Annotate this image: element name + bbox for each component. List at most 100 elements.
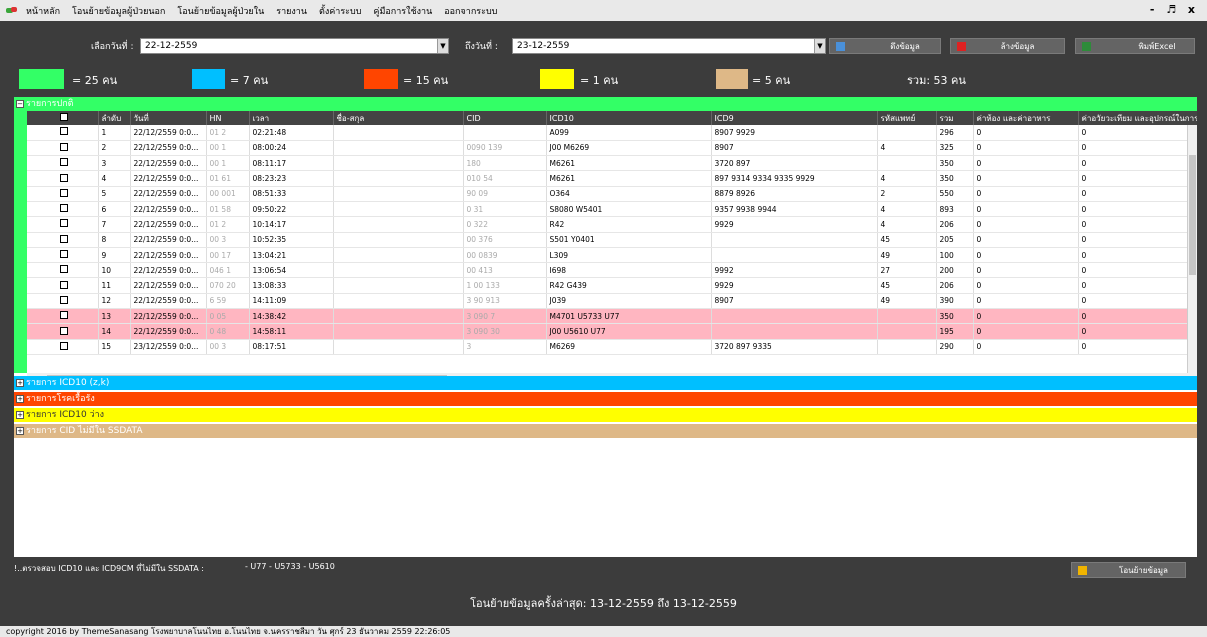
row-select-cell[interactable] [27,293,99,310]
row-icd9: 9992 [711,262,878,279]
row-room: 0 [973,308,1079,325]
group-icd10zk-label: รายการ ICD10 (z,k) [26,378,110,388]
row-select-cell[interactable] [27,308,99,325]
row-date: 22/12/2559 0:0... [130,262,207,279]
row-select-cell[interactable] [27,186,99,202]
row-checkbox[interactable] [59,326,68,335]
collapse-icon[interactable]: − [16,100,24,108]
col-header-hn[interactable]: HN [206,111,250,125]
expand-icon[interactable]: + [16,411,24,419]
table-row[interactable]: 13 22/12/2559 0:0... 0 05 14:38:42 3 090 7 M4… [27,308,1197,325]
last-transfer-info: โอนย้ายข้อมูลครั้งล่าสุด: 13-12-2559 ถึง… [470,597,737,610]
row-select-cell[interactable] [27,216,99,233]
col-header-doctor[interactable]: รหัสแพทย์ [877,111,937,125]
chevron-down-icon[interactable]: ▼ [437,39,448,53]
row-checkbox[interactable] [59,188,68,197]
row-checkbox[interactable] [59,295,68,304]
row-select-cell[interactable] [27,277,99,294]
row-total: 290 [936,339,974,355]
row-select-cell[interactable] [27,125,99,141]
menu-opd-transfer[interactable]: โอนย้ายข้อมูลผู้ป่วยนอก [66,4,171,18]
row-select-cell[interactable] [27,323,99,340]
row-name [333,339,464,355]
row-checkbox[interactable] [59,311,68,320]
menu-logout[interactable]: ออกจากระบบ [438,4,503,18]
to-date-select[interactable]: 23-12-2559 ▼ [512,38,826,54]
window-controls[interactable]: - ♬ x [1150,3,1199,16]
menu-report[interactable]: รายงาน [270,4,313,18]
group-chronic-header[interactable]: + รายการโรคเรื้อรัง [14,392,1197,406]
row-checkbox[interactable] [59,142,68,151]
col-header-room[interactable]: ค่าห้อง และค่าอาหาร [973,111,1079,125]
transfer-button[interactable]: โอนย้ายข้อมูล [1071,562,1186,578]
expand-icon[interactable]: + [16,379,24,387]
table-row[interactable]: 4 22/12/2559 0:0... 01 61 08:23:23 010 54 M62… [27,170,1197,187]
col-header-cid[interactable]: CID [463,111,547,125]
row-select-cell[interactable] [27,247,99,264]
menu-ipd-transfer[interactable]: โอนย้ายข้อมูลผู้ป่วยใน [171,4,270,18]
menu-home[interactable]: หน้าหลัก [20,4,66,18]
row-checkbox[interactable] [59,158,68,167]
row-icd10: R42 G439 [546,277,712,294]
table-row[interactable]: 9 22/12/2559 0:0... 00 17 13:04:21 00 0839 L3… [27,247,1197,264]
fetch-data-button[interactable]: ดึงข้อมูล [829,38,941,54]
row-checkbox[interactable] [59,234,68,243]
row-hn: 01 58 [206,201,250,218]
col-header-device[interactable]: ค่าอวัยวะเทียม และอุปกรณ์ในการบำบัด [1078,111,1197,125]
group-cid-missing-header[interactable]: + รายการ CID ไม่มีใน SSDATA [14,424,1197,438]
group-icd10zk-header[interactable]: + รายการ ICD10 (z,k) [14,376,1197,390]
row-checkbox[interactable] [59,219,68,228]
col-header-time[interactable]: เวลา [249,111,334,125]
col-header-no[interactable]: ลำดับ [98,111,131,125]
table-row[interactable]: 8 22/12/2559 0:0... 00 3 10:52:35 00 376 S501… [27,232,1197,248]
row-checkbox[interactable] [59,250,68,259]
row-select-cell[interactable] [27,262,99,279]
row-checkbox[interactable] [59,204,68,213]
checkbox-icon[interactable] [59,113,68,121]
group-icd10-empty-header[interactable]: + รายการ ICD10 ว่าง [14,408,1197,422]
expand-icon[interactable]: + [16,395,24,403]
row-checkbox[interactable] [59,127,68,136]
table-row[interactable]: 11 22/12/2559 0:0... 070 20 13:08:33 1 00 13… [27,277,1197,294]
table-row[interactable]: 7 22/12/2559 0:0... 01 2 10:14:17 0 322 R42 99… [27,216,1197,233]
table-row[interactable]: 12 22/12/2559 0:0... 6 59 14:11:09 3 90 913 J… [27,293,1197,310]
database-icon [836,42,845,51]
col-header-total[interactable]: รวม [936,111,974,125]
row-checkbox[interactable] [59,280,68,289]
expand-icon[interactable]: + [16,427,24,435]
row-date: 22/12/2559 0:0... [130,308,207,325]
table-row[interactable]: 6 22/12/2559 0:0... 01 58 09:50:22 0 31 S8080… [27,201,1197,218]
col-header-icd9[interactable]: ICD9 [711,111,878,125]
row-checkbox[interactable] [59,173,68,182]
chevron-down-icon[interactable]: ▼ [814,39,825,53]
group-normal-header[interactable]: − รายการปกติ [14,97,1197,111]
table-row[interactable]: 15 23/12/2559 0:0... 00 3 08:17:51 3 M6269 372… [27,339,1197,355]
menu-manual[interactable]: คู่มือการใช้งาน [367,4,438,18]
table-row[interactable]: 3 22/12/2559 0:0... 00 1 08:11:17 180 M6261 37… [27,155,1197,172]
row-select-cell[interactable] [27,170,99,187]
table-row[interactable]: 10 22/12/2559 0:0... 046 1 13:06:54 00 413 I6… [27,262,1197,279]
row-total: 350 [936,170,974,187]
col-select-all[interactable] [27,111,99,125]
row-device: 0 [1078,247,1197,264]
col-header-icd10[interactable]: ICD10 [546,111,712,125]
row-select-cell[interactable] [27,155,99,172]
vertical-scrollbar[interactable] [1187,125,1197,373]
table-row[interactable]: 1 22/12/2559 0:0... 01 2 02:21:48 A099 8907 9… [27,125,1197,141]
row-select-cell[interactable] [27,339,99,355]
menu-settings[interactable]: ตั้งค่าระบบ [313,4,367,18]
row-select-cell[interactable] [27,140,99,157]
row-checkbox[interactable] [59,265,68,274]
row-checkbox[interactable] [59,341,68,350]
col-header-name[interactable]: ชื่อ-สกุล [333,111,464,125]
col-header-date[interactable]: วันที่ [130,111,207,125]
table-row[interactable]: 2 22/12/2559 0:0... 00 1 08:00:24 0090 139 J0… [27,140,1197,157]
row-select-cell[interactable] [27,201,99,218]
row-select-cell[interactable] [27,232,99,248]
clear-data-button[interactable]: ล้างข้อมูล [950,38,1065,54]
table-row[interactable]: 14 22/12/2559 0:0... 0 48 14:58:11 3 090 30 J… [27,323,1197,340]
table-row[interactable]: 5 22/12/2559 0:0... 00 001 08:51:33 90 09 O36… [27,186,1197,202]
export-excel-button[interactable]: พิมพ์Excel [1075,38,1195,54]
scroll-thumb[interactable] [1189,155,1196,275]
from-date-select[interactable]: 22-12-2559 ▼ [140,38,449,54]
